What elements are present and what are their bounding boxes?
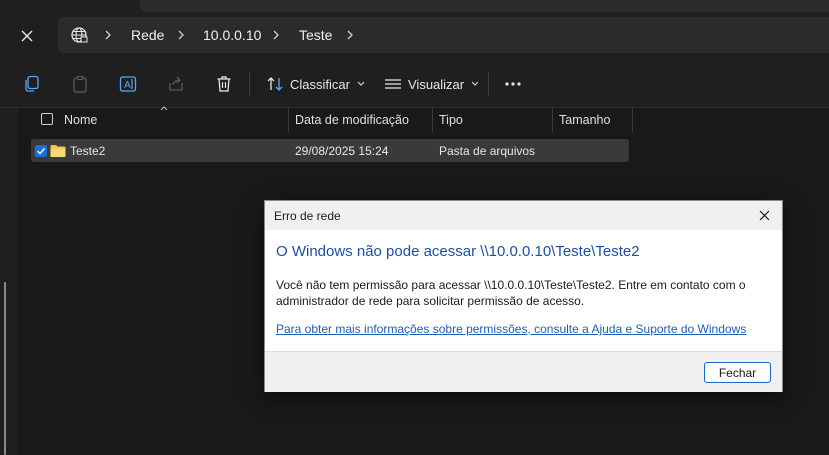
- help-link[interactable]: Para obter mais informações sobre permis…: [276, 322, 746, 336]
- network-error-dialog: Erro de rede O Windows não pode acessar …: [264, 200, 783, 392]
- toolbar-divider: [249, 72, 250, 96]
- view-list-icon: [385, 79, 401, 89]
- column-divider[interactable]: [288, 108, 289, 132]
- address-bar[interactable]: Rede 10.0.0.10 Teste: [58, 17, 829, 53]
- navigation-pane[interactable]: [0, 108, 18, 455]
- title-strip: [0, 0, 829, 12]
- dialog-titlebar: Erro de rede: [265, 201, 782, 230]
- close-button[interactable]: Fechar: [704, 362, 771, 383]
- column-header-size[interactable]: Tamanho: [559, 108, 610, 132]
- file-type: Pasta de arquivos: [439, 143, 536, 158]
- dialog-message: Você não tem permissão para acessar \\10…: [276, 278, 746, 308]
- sort-ascending-icon: [160, 106, 168, 111]
- chevron-down-icon: [357, 81, 365, 86]
- view-label: Visualizar: [408, 76, 465, 92]
- column-divider[interactable]: [552, 108, 553, 132]
- navigation-row: Rede 10.0.0.10 Teste: [0, 12, 829, 60]
- select-all-checkbox[interactable]: [41, 113, 53, 125]
- breadcrumb-item-host[interactable]: 10.0.0.10: [203, 17, 261, 53]
- breadcrumb-item-rede[interactable]: Rede: [131, 17, 164, 53]
- toolbar-divider: [488, 72, 489, 96]
- file-modified: 29/08/2025 15:24: [295, 143, 389, 158]
- dialog-footer: Fechar: [265, 351, 782, 392]
- dialog-heading: O Windows não pode acessar \\10.0.0.10\T…: [276, 243, 640, 260]
- file-name[interactable]: Teste2: [70, 139, 105, 162]
- share-icon[interactable]: [164, 69, 188, 99]
- rename-icon[interactable]: A: [116, 69, 140, 99]
- more-options-icon[interactable]: [501, 69, 525, 99]
- folder-icon: [50, 139, 66, 162]
- copy-icon[interactable]: [20, 69, 44, 99]
- column-header-name[interactable]: Nome: [64, 108, 97, 132]
- dialog-title: Erro de rede: [274, 209, 341, 223]
- close-icon[interactable]: [754, 206, 774, 224]
- paste-icon[interactable]: [68, 69, 92, 99]
- chevron-right-icon[interactable]: [272, 17, 280, 53]
- column-header-type[interactable]: Tipo: [439, 108, 463, 132]
- column-header-modified[interactable]: Data de modificação: [295, 108, 409, 132]
- title-strip-tab: [140, 0, 829, 12]
- sort-label: Classificar: [290, 76, 350, 92]
- chevron-right-icon[interactable]: [177, 17, 185, 53]
- navigation-pane-scrollbar[interactable]: [4, 282, 6, 455]
- sort-arrows-icon: [267, 77, 283, 91]
- svg-text:A: A: [124, 80, 131, 91]
- breadcrumb-item-teste[interactable]: Teste: [299, 17, 332, 53]
- row-checkbox[interactable]: [35, 139, 47, 162]
- chevron-down-icon: [471, 81, 479, 86]
- close-icon[interactable]: [15, 26, 39, 46]
- delete-icon[interactable]: [212, 69, 236, 99]
- column-divider[interactable]: [632, 108, 633, 132]
- sort-button[interactable]: Classificar: [266, 69, 366, 99]
- command-bar: A Classificar Visualizar: [0, 60, 829, 108]
- network-globe-icon: [70, 17, 88, 53]
- view-button[interactable]: Visualizar: [384, 69, 480, 99]
- file-row[interactable]: Teste2 29/08/2025 15:24 Pasta de arquivo…: [31, 139, 629, 162]
- chevron-right-icon[interactable]: [104, 17, 112, 53]
- column-divider[interactable]: [432, 108, 433, 132]
- chevron-right-icon[interactable]: [346, 17, 354, 53]
